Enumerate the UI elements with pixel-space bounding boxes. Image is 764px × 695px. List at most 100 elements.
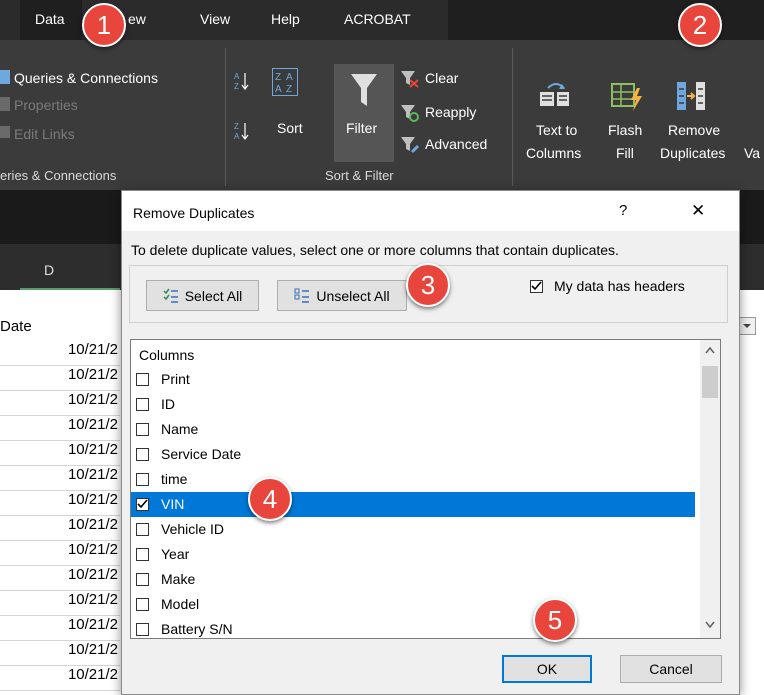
column-label: Vehicle ID (161, 521, 225, 537)
my-data-headers-label[interactable]: My data has headers (554, 278, 685, 294)
tab-help[interactable]: Help (271, 11, 300, 27)
scrollbar-thumb[interactable] (702, 366, 718, 398)
flash-label[interactable]: Flash (608, 122, 642, 138)
list-item[interactable]: Name (131, 417, 695, 442)
sheet-cell[interactable]: 10/21/2 (0, 341, 120, 366)
dialog-title-bar: Remove Duplicates ? ✕ (122, 191, 739, 231)
text-to-label[interactable]: Text to (536, 122, 577, 138)
columns-list-header: Columns (139, 347, 195, 363)
dialog-title: Remove Duplicates (133, 205, 255, 221)
date-header-label: Date (0, 318, 32, 335)
close-icon[interactable]: ✕ (691, 201, 705, 221)
tab-acrobat[interactable]: ACROBAT (344, 11, 411, 27)
properties-icon (0, 97, 10, 111)
ok-button[interactable]: OK (502, 655, 592, 683)
advanced-button[interactable]: Advanced (425, 136, 487, 152)
fill-label[interactable]: Fill (616, 145, 634, 161)
sheet-cell[interactable]: 10/21/2 (0, 466, 120, 491)
sheet-cell[interactable]: 10/21/2 (0, 366, 120, 391)
list-item[interactable]: Service Date (131, 442, 695, 467)
list-item[interactable]: Vehicle ID (131, 517, 695, 542)
dialog-instruction: To delete duplicate values, select one o… (131, 242, 619, 258)
list-item[interactable]: ID (131, 392, 695, 417)
duplicates-label[interactable]: Duplicates (660, 145, 725, 161)
column-checkbox[interactable] (136, 498, 149, 511)
unselect-all-icon (294, 288, 310, 303)
list-item[interactable]: Make (131, 567, 695, 592)
ok-label: OK (536, 661, 558, 677)
remove-label[interactable]: Remove (668, 122, 720, 138)
list-item[interactable]: Year (131, 542, 695, 567)
sheet-cell[interactable]: 10/21/2 (0, 391, 120, 416)
columns-scrollbar[interactable] (700, 340, 720, 638)
sort-a-z-icon[interactable]: AZ (234, 70, 250, 92)
column-checkbox[interactable] (136, 598, 149, 611)
help-button[interactable]: ? (619, 202, 627, 219)
list-item-selected[interactable]: VIN (131, 492, 695, 517)
column-label: Model (161, 596, 200, 612)
sheet-cell[interactable]: 10/21/2 (0, 666, 120, 691)
sheet-cell[interactable]: 10/21/2 (0, 616, 120, 641)
column-label: time (161, 471, 188, 487)
edit-links-icon (0, 126, 10, 138)
remove-duplicates-icon (676, 80, 706, 112)
sheet-cell[interactable]: 10/21/2 (0, 516, 120, 541)
columns-list[interactable]: Columns Print ID Name Service Date time … (130, 339, 721, 639)
column-checkbox[interactable] (136, 423, 149, 436)
step-badge: 3 (406, 263, 450, 307)
data-validation-label-partial[interactable]: Va (744, 145, 760, 161)
unselect-all-label: Unselect All (316, 287, 390, 304)
cancel-button[interactable]: Cancel (620, 655, 722, 683)
sheet-cell[interactable]: 10/21/2 (0, 491, 120, 516)
column-checkbox[interactable] (136, 473, 149, 486)
filter-button[interactable]: Filter (334, 64, 394, 162)
sheet-cell[interactable]: 10/21/2 (0, 641, 120, 666)
svg-text:Z: Z (234, 82, 239, 91)
sheet-cell[interactable]: 10/21/2 (0, 416, 120, 441)
column-label: VIN (161, 496, 185, 512)
select-all-label: Select All (184, 287, 243, 304)
column-checkbox[interactable] (136, 573, 149, 586)
columns-list-items: Print ID Name Service Date time VIN Vehi… (131, 367, 699, 638)
sheet-cell[interactable]: 10/21/2 (0, 566, 120, 591)
column-label: Battery S/N (161, 621, 233, 637)
advanced-filter-icon (400, 136, 420, 154)
sort-button[interactable]: Sort (277, 120, 303, 136)
list-item[interactable]: Print (131, 367, 695, 392)
column-checkbox[interactable] (136, 623, 149, 636)
column-checkbox[interactable] (136, 373, 149, 386)
queries-connections-button[interactable]: Queries & Connections (14, 70, 158, 86)
reapply-button[interactable]: Reapply (425, 104, 476, 120)
sort-dialog-icon[interactable]: ZAAZ (272, 68, 298, 96)
text-to-columns-icon (538, 80, 572, 110)
properties-button[interactable]: Properties (14, 97, 78, 113)
column-letter-d[interactable]: D (44, 262, 54, 278)
sheet-cell[interactable]: 10/21/2 (0, 441, 120, 466)
column-checkbox[interactable] (136, 398, 149, 411)
column-label: ID (161, 396, 175, 412)
date-header-cell[interactable]: Date (0, 290, 121, 340)
unselect-all-button[interactable]: Unselect All (277, 280, 407, 311)
my-data-headers-checkbox[interactable] (530, 280, 543, 293)
sort-z-a-icon[interactable]: ZA (234, 120, 250, 142)
filter-dropdown-button[interactable] (738, 317, 756, 335)
scroll-up-icon[interactable] (705, 346, 715, 354)
list-item[interactable]: Battery S/N (131, 617, 695, 638)
list-item[interactable]: time (131, 467, 695, 492)
date-column-cells: 10/21/2 10/21/2 10/21/2 10/21/2 10/21/2 … (0, 341, 121, 693)
sheet-cell[interactable]: 10/21/2 (0, 541, 120, 566)
tab-review[interactable]: ew (128, 11, 146, 27)
clear-button[interactable]: Clear (425, 70, 458, 86)
columns-label[interactable]: Columns (526, 145, 581, 161)
column-checkbox[interactable] (136, 523, 149, 536)
column-checkbox[interactable] (136, 448, 149, 461)
column-checkbox[interactable] (136, 548, 149, 561)
edit-links-button[interactable]: Edit Links (14, 126, 75, 142)
cancel-label: Cancel (649, 661, 693, 677)
scroll-down-icon[interactable] (705, 621, 715, 629)
tab-data[interactable]: Data (35, 11, 65, 27)
sheet-cell[interactable]: 10/21/2 (0, 591, 120, 616)
select-all-button[interactable]: Select All (146, 280, 259, 311)
tab-view[interactable]: View (200, 11, 230, 27)
list-item[interactable]: Model (131, 592, 695, 617)
